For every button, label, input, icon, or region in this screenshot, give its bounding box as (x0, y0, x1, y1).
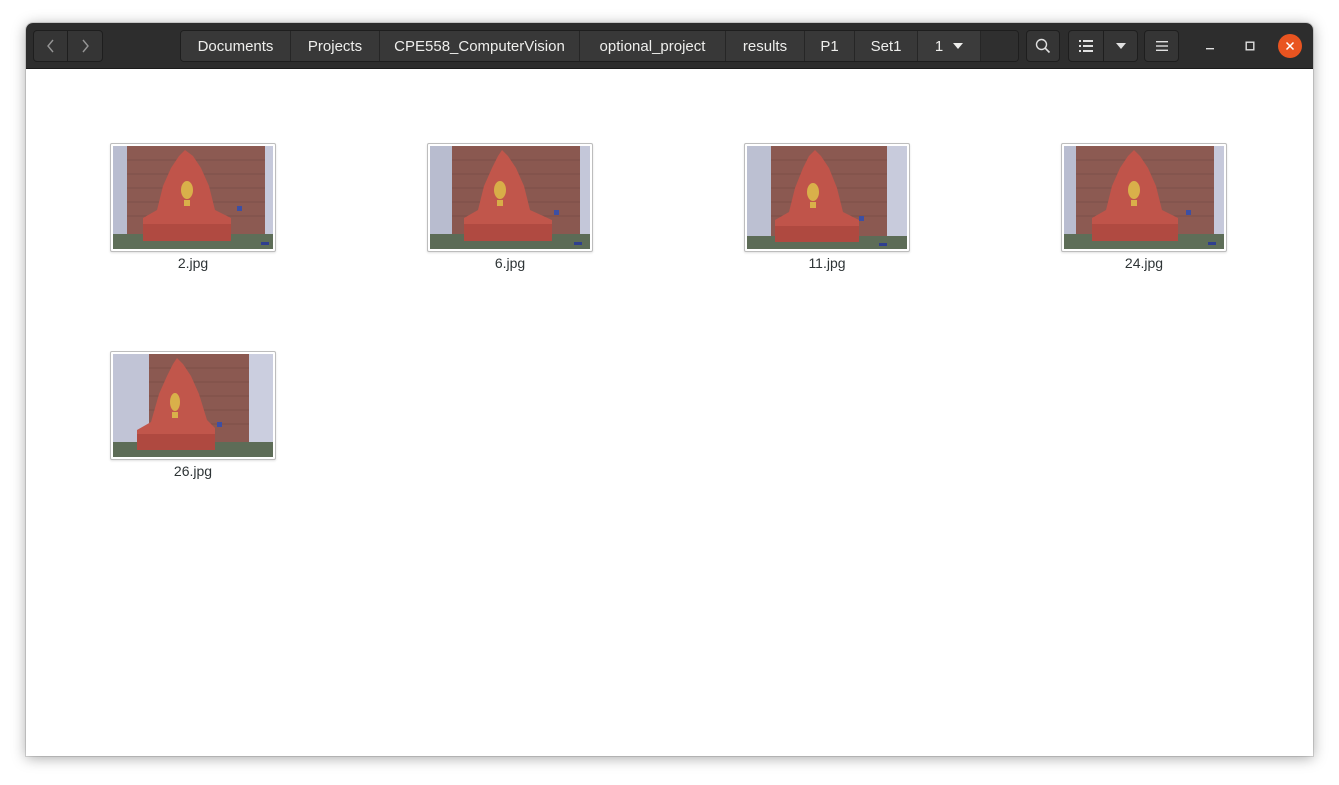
breadcrumb-documents[interactable]: Documents (181, 31, 291, 61)
maximize-icon (1245, 41, 1255, 51)
image-thumbnail (744, 143, 910, 252)
fountain-photo-thumbnail (430, 146, 590, 249)
hamburger-menu-icon (1155, 41, 1168, 51)
breadcrumb-p1[interactable]: P1 (805, 31, 855, 61)
chevron-down-icon (1115, 43, 1126, 49)
close-button[interactable] (1278, 34, 1302, 58)
list-view-icon (1079, 40, 1093, 52)
breadcrumb: Documents Projects CPE558_ComputerVision… (180, 30, 1019, 62)
breadcrumb-set1[interactable]: Set1 (855, 31, 918, 61)
file-name: 2.jpg (177, 255, 209, 271)
breadcrumb-current-folder[interactable]: 1 (918, 31, 981, 61)
breadcrumb-label: Projects (307, 37, 363, 55)
breadcrumb-label: results (742, 37, 788, 55)
close-icon (1285, 41, 1295, 51)
headerbar: Documents Projects CPE558_ComputerVision… (26, 23, 1313, 69)
forward-button[interactable] (67, 30, 103, 62)
search-icon (1035, 38, 1051, 54)
breadcrumb-label: Documents (197, 37, 274, 55)
breadcrumb-cpe558[interactable]: CPE558_ComputerVision (380, 31, 580, 61)
chevron-left-icon (46, 39, 54, 53)
breadcrumb-label: 1 (934, 37, 944, 55)
file-name: 11.jpg (808, 255, 846, 271)
fountain-photo-thumbnail (747, 146, 907, 249)
breadcrumb-projects[interactable]: Projects (291, 31, 380, 61)
file-name: 26.jpg (173, 463, 213, 479)
maximize-button[interactable] (1238, 34, 1262, 58)
image-thumbnail (1061, 143, 1227, 252)
breadcrumb-label: CPE558_ComputerVision (394, 37, 565, 55)
minimize-icon (1206, 48, 1214, 50)
main-menu-button[interactable] (1144, 30, 1179, 62)
breadcrumb-label: Set1 (870, 37, 902, 55)
back-button[interactable] (33, 30, 68, 62)
search-button[interactable] (1026, 30, 1060, 62)
breadcrumb-label: P1 (820, 37, 839, 55)
list-view-button[interactable] (1068, 30, 1104, 62)
chevron-right-icon (82, 39, 89, 53)
breadcrumb-label: optional_project (599, 37, 706, 55)
fountain-photo-thumbnail (113, 146, 273, 249)
file-item-24-jpg[interactable]: 24.jpg (1044, 143, 1244, 271)
file-name: 24.jpg (1124, 255, 1164, 271)
file-icon-grid: 2.jpg 6.jpg 11.jpg 24.jpg 26.jpg (26, 69, 1313, 756)
chevron-down-icon (953, 43, 964, 49)
file-item-6-jpg[interactable]: 6.jpg (410, 143, 610, 271)
image-thumbnail (427, 143, 593, 252)
breadcrumb-empty-slot (981, 31, 1018, 61)
fountain-photo-thumbnail (1064, 146, 1224, 249)
file-item-26-jpg[interactable]: 26.jpg (93, 351, 293, 479)
image-thumbnail (110, 143, 276, 252)
file-name: 6.jpg (494, 255, 526, 271)
file-item-11-jpg[interactable]: 11.jpg (727, 143, 927, 271)
file-manager-window: Documents Projects CPE558_ComputerVision… (26, 23, 1313, 756)
fountain-photo-thumbnail (113, 354, 273, 457)
minimize-button[interactable] (1198, 34, 1222, 58)
file-item-2-jpg[interactable]: 2.jpg (93, 143, 293, 271)
breadcrumb-results[interactable]: results (726, 31, 805, 61)
view-options-button[interactable] (1103, 30, 1138, 62)
breadcrumb-optional-project[interactable]: optional_project (580, 31, 726, 61)
image-thumbnail (110, 351, 276, 460)
